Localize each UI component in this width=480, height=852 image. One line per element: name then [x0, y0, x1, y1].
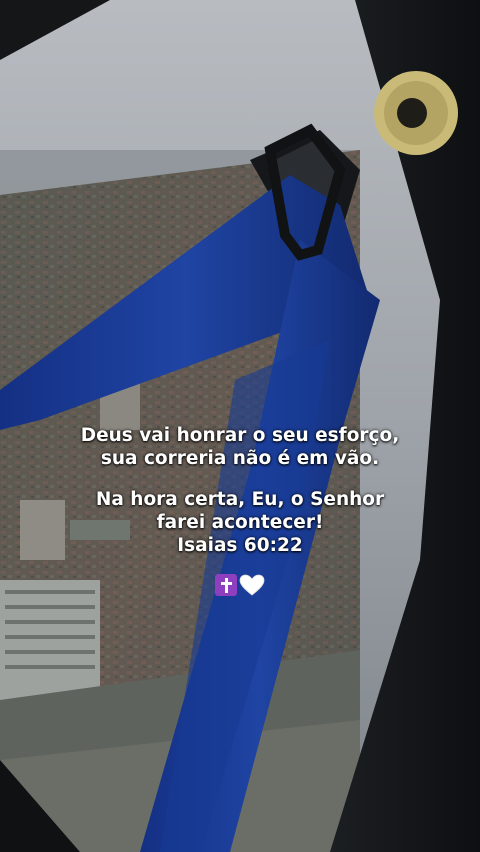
- cross-icon: [215, 574, 237, 596]
- bible-verse-caption: Deus vai honrar o seu esforço, sua corre…: [40, 424, 440, 596]
- verse-reference: Isaias 60:22: [177, 535, 303, 556]
- caption-line-1: Deus vai honrar o seu esforço,: [80, 425, 400, 446]
- story-frame: Deus vai honrar o seu esforço, sua corre…: [0, 0, 480, 852]
- caption-line-3: Na hora certa, Eu, o Senhor: [95, 489, 385, 510]
- caption-line-2: sua correria não é em vão.: [100, 448, 380, 469]
- caption-line-4: farei acontecer!: [156, 512, 324, 533]
- emoji-row: [40, 574, 440, 596]
- white-heart-icon: [239, 574, 265, 596]
